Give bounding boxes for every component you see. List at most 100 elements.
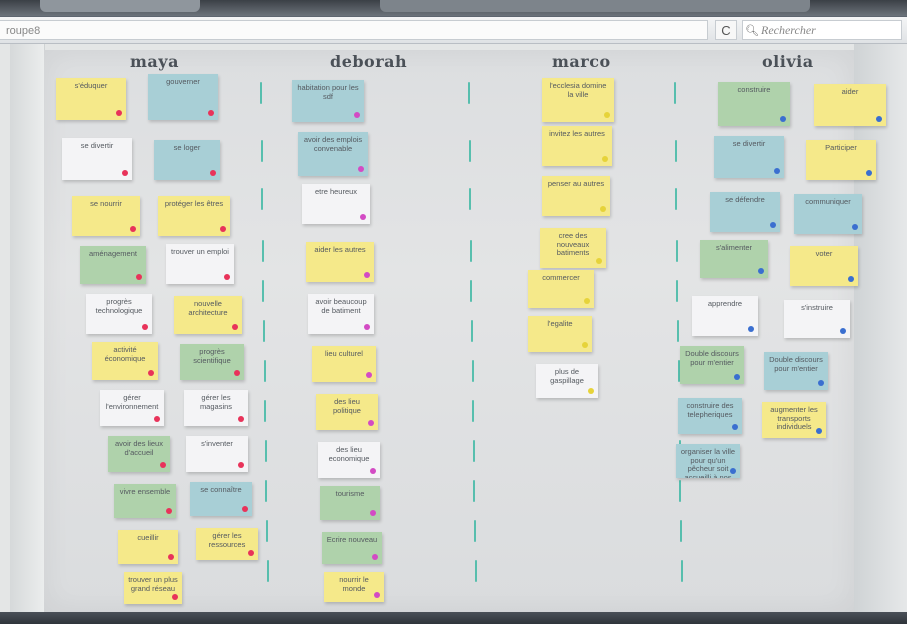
sticky-note[interactable]: construire des telepheriques [678, 398, 742, 434]
author-dot-icon [366, 372, 372, 378]
sticky-note[interactable]: se divertir [714, 136, 784, 178]
sticky-note[interactable]: gouverner [148, 74, 218, 120]
sticky-note[interactable]: lieu culturel [312, 346, 376, 382]
sticky-note[interactable]: penser au autres [542, 176, 610, 216]
sticky-note[interactable]: gérer les ressources [196, 528, 258, 560]
sticky-note-text: cree des nouveaux batiments [556, 231, 590, 258]
column-separator-mark [472, 440, 475, 462]
search-box[interactable]: 🔍︎ Rechercher [742, 20, 902, 40]
sticky-note[interactable]: construire [718, 82, 790, 126]
sticky-note-text: commercer [542, 273, 580, 282]
author-dot-icon [602, 156, 608, 162]
sticky-note[interactable]: des lieu politique [316, 394, 378, 430]
author-dot-icon [210, 170, 216, 176]
sticky-note-text: gérer les ressources [208, 531, 246, 549]
author-dot-icon [148, 370, 154, 376]
sticky-note[interactable]: apprendre [692, 296, 758, 336]
sticky-note[interactable]: trouver un plus grand réseau [124, 572, 182, 604]
author-dot-icon [370, 510, 376, 516]
column-separator-mark [469, 240, 472, 262]
browser-tab[interactable] [40, 0, 200, 12]
author-dot-icon [154, 416, 160, 422]
sticky-note[interactable]: Double discours pour m'entier [680, 346, 744, 384]
column-separator-mark [260, 140, 263, 162]
sticky-note[interactable]: tourisme [320, 486, 380, 520]
sticky-note[interactable]: protéger les êtres [158, 196, 230, 236]
author-dot-icon [748, 326, 754, 332]
address-bar[interactable]: roupe8 [0, 20, 708, 40]
sticky-note[interactable]: organiser la ville pour qu'un pêcheur so… [676, 444, 740, 478]
column-separator-mark [471, 360, 474, 382]
sticky-note[interactable]: cueillir [118, 530, 178, 564]
author-dot-icon [358, 166, 364, 172]
sticky-note-text: s'instruire [801, 303, 833, 312]
sticky-note[interactable]: avoir beaucoup de batiment [308, 294, 374, 334]
sticky-note-text: construire [737, 85, 771, 94]
sticky-note-text: voter [815, 249, 833, 258]
sticky-note[interactable]: vivre ensemble [114, 484, 176, 518]
sticky-note[interactable]: se loger [154, 140, 220, 180]
sticky-note[interactable]: habitation pour les sdf [292, 80, 364, 122]
column-separator-mark [266, 520, 268, 542]
author-dot-icon [238, 462, 244, 468]
sticky-note-text: gérer l'environnement [105, 393, 159, 411]
sticky-note[interactable]: plus de gaspillage [536, 364, 598, 398]
right-margin-panel [854, 44, 907, 614]
author-dot-icon [866, 170, 872, 176]
sticky-note[interactable]: aménagement [80, 246, 146, 284]
sticky-note-text: s'inventer [201, 439, 233, 448]
sticky-note[interactable]: se nourrir [72, 196, 140, 236]
reload-button[interactable]: C [715, 20, 737, 40]
column-separator-mark [264, 400, 267, 422]
sticky-note[interactable]: s'inventer [186, 436, 248, 472]
sticky-note[interactable]: avoir des emplois convenable [298, 132, 368, 176]
column-separator-mark [674, 140, 677, 162]
sticky-note[interactable]: trouver un emploi [166, 244, 234, 284]
sticky-note[interactable]: se connaître [190, 482, 252, 516]
sticky-note-text: aménagement [89, 249, 137, 258]
author-dot-icon [360, 214, 366, 220]
sticky-note[interactable]: cree des nouveaux batiments [540, 228, 606, 268]
sticky-note[interactable]: s'alimenter [700, 240, 768, 278]
browser-tab-active[interactable] [380, 0, 810, 12]
sticky-note[interactable]: commercer [528, 270, 594, 308]
browser-toolbar: roupe8 C 🔍︎ Rechercher [0, 17, 907, 44]
author-dot-icon [142, 324, 148, 330]
sticky-note[interactable]: augmenter les transports individuels [762, 402, 826, 438]
sticky-note[interactable]: progrès technologique [86, 294, 152, 334]
sticky-note-text: trouver un plus grand réseau [128, 575, 178, 593]
sticky-note[interactable]: aider [814, 84, 886, 126]
sticky-note[interactable]: l'egalite [528, 316, 592, 352]
sticky-note[interactable]: se défendre [710, 192, 780, 232]
sticky-note-text: aider [841, 87, 859, 96]
sticky-note[interactable]: gérer l'environnement [100, 390, 164, 426]
sticky-note[interactable]: Participer [806, 140, 876, 180]
sticky-note[interactable]: etre heureux [302, 184, 370, 224]
sticky-note[interactable]: aider les autres [306, 242, 374, 282]
sticky-note-text: Participer [825, 143, 857, 152]
sticky-note[interactable]: nouvelle architecture [174, 296, 242, 334]
sticky-note[interactable]: invitez les autres [542, 126, 612, 166]
author-dot-icon [166, 508, 172, 514]
sticky-note[interactable]: voter [790, 246, 858, 286]
sticky-note[interactable]: communiquer [794, 194, 862, 234]
sticky-note[interactable]: des lieu economique [318, 442, 380, 478]
author-dot-icon [224, 274, 230, 280]
sticky-note[interactable]: gérer les magasins [184, 390, 248, 426]
sticky-note[interactable]: activité économique [92, 342, 158, 380]
sticky-note[interactable]: Ecrire nouveau [322, 532, 382, 564]
sticky-note[interactable]: Double discours pour m'entier [764, 352, 828, 390]
sticky-note[interactable]: nourrir le monde [324, 572, 384, 602]
sticky-note[interactable]: progrès scientifique [180, 344, 244, 380]
sticky-note[interactable]: se divertir [62, 138, 132, 180]
sticky-note[interactable]: avoir des lieux d'accueil [108, 436, 170, 472]
author-dot-icon [596, 258, 602, 264]
column-separator-mark [260, 82, 262, 104]
author-dot-icon [234, 370, 240, 376]
sticky-note-text: se défendre [725, 195, 765, 204]
sticky-note[interactable]: s'éduquer [56, 78, 126, 120]
column-header-marco: marco [552, 52, 611, 71]
column-separator-mark [469, 188, 472, 210]
sticky-note[interactable]: s'instruire [784, 300, 850, 338]
sticky-note[interactable]: l'ecclesia domine la ville [542, 78, 614, 122]
